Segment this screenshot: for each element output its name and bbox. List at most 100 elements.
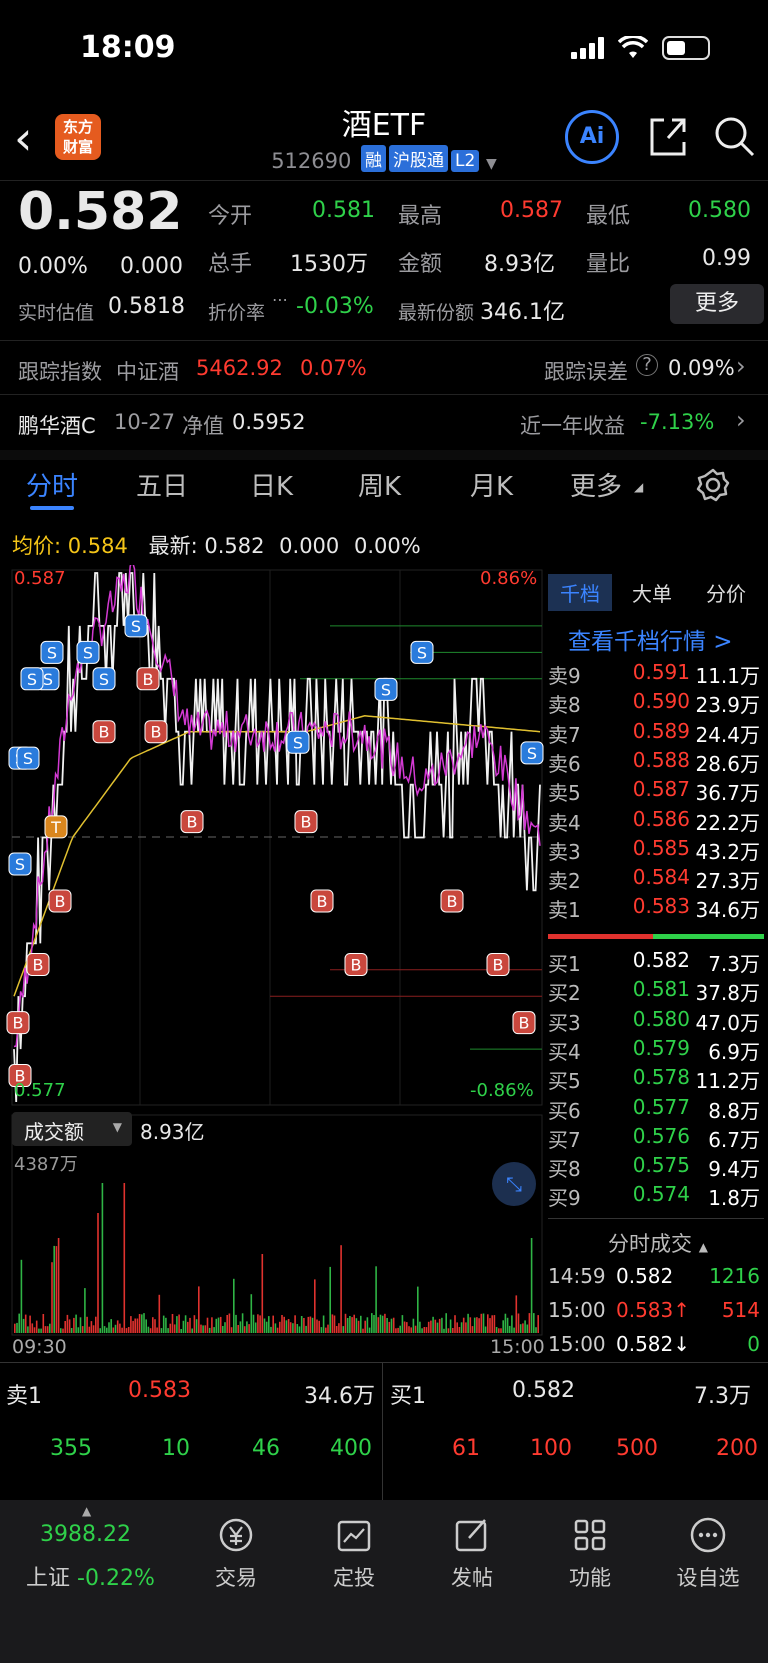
tab-minute[interactable]: 分时 — [26, 466, 78, 503]
trade-marker[interactable]: T — [44, 815, 68, 839]
buy-marker[interactable]: B — [512, 1011, 536, 1035]
bid-row[interactable]: 买8 0.575 9.4万 — [548, 1153, 764, 1182]
intraday-chart[interactable]: SSSSSSSSSSSSSBBBBBBBBBBBBBBT — [0, 565, 546, 1365]
ai-button[interactable]: Ai — [565, 110, 619, 164]
nav-functions[interactable]: 功能 — [540, 1516, 640, 1592]
help-icon[interactable]: ? — [636, 354, 658, 376]
return-label: 近一年收益 — [520, 414, 625, 438]
buy-marker[interactable]: B — [136, 667, 160, 691]
volume-bar — [261, 1254, 264, 1333]
svg-text:B: B — [187, 813, 198, 832]
sell-marker[interactable]: S — [374, 677, 398, 701]
l2-buy-vol: 7.3万 — [694, 1384, 751, 1409]
share-icon[interactable] — [648, 114, 688, 158]
ask-row[interactable]: 卖3 0.585 43.2万 — [548, 836, 764, 865]
nav-watchlist[interactable]: 设自选 — [658, 1516, 758, 1592]
volume-bar — [145, 1319, 147, 1333]
buy-marker[interactable]: B — [486, 952, 510, 976]
ask-row[interactable]: 卖6 0.588 28.6万 — [548, 748, 764, 777]
volume-bar — [462, 1317, 465, 1333]
fund-date: 10-27 — [114, 410, 176, 434]
sell-marker[interactable]: S — [410, 640, 434, 664]
sell-marker[interactable]: S — [16, 746, 40, 770]
info-icon[interactable]: ⋯ — [272, 290, 288, 309]
tab-daily-k[interactable]: 日K — [250, 466, 293, 503]
bid-row[interactable]: 买5 0.578 11.2万 — [548, 1065, 764, 1094]
volume-bar — [215, 1318, 218, 1333]
volume-bar — [24, 1314, 27, 1333]
nav-post[interactable]: 发帖 — [422, 1516, 522, 1592]
volume-selector[interactable]: 成交额 ▼ — [12, 1112, 132, 1146]
bid-row[interactable]: 买6 0.577 8.8万 — [548, 1095, 764, 1124]
tab-big-orders[interactable]: 大单 — [632, 578, 672, 607]
search-icon[interactable] — [712, 114, 756, 158]
buy-marker[interactable]: B — [344, 952, 368, 976]
buy-marker[interactable]: B — [92, 720, 116, 744]
sell-marker[interactable]: S — [92, 667, 116, 691]
bid-price: 0.579 — [632, 1035, 690, 1060]
volume-bar — [259, 1315, 261, 1333]
index-ticker[interactable]: 上证 -0.22% — [26, 1560, 155, 1592]
buy-marker[interactable]: B — [294, 810, 318, 834]
ask-row[interactable]: 卖9 0.591 11.1万 — [548, 660, 764, 689]
sell-marker[interactable]: S — [8, 852, 32, 876]
bid-price: 0.577 — [632, 1094, 690, 1119]
volume-bar — [184, 1315, 187, 1333]
high-value: 0.587 — [500, 198, 563, 223]
tab-more[interactable]: 更多 — [570, 466, 622, 503]
svg-text:S: S — [293, 733, 303, 752]
sell-marker[interactable]: S — [520, 741, 544, 765]
expand-icon[interactable]: ⤡ — [492, 1162, 536, 1206]
ask-row[interactable]: 卖1 0.583 34.6万 — [548, 894, 764, 923]
nav-trade[interactable]: 交易 — [186, 1516, 286, 1592]
time-end: 15:00 — [490, 1336, 545, 1358]
sell-marker[interactable]: S — [286, 730, 310, 754]
bid-row[interactable]: 买3 0.580 47.0万 — [548, 1007, 764, 1036]
gear-icon[interactable] — [696, 468, 730, 502]
tab-depth[interactable]: 千档 — [548, 574, 612, 611]
volume-bar — [90, 1321, 93, 1333]
buy-marker[interactable]: B — [144, 720, 168, 744]
tab-weekly-k[interactable]: 周K — [358, 466, 401, 503]
depth-link[interactable]: 查看千档行情 > — [568, 622, 733, 656]
buy-marker[interactable]: B — [440, 889, 464, 913]
buy-marker[interactable]: B — [48, 889, 72, 913]
ask-row[interactable]: 卖2 0.584 27.3万 — [548, 865, 764, 894]
volume-bar — [29, 1315, 31, 1333]
ticks-header[interactable]: 分时成交 ▲ — [608, 1228, 708, 1258]
volume-bar — [62, 1328, 64, 1333]
bid-row[interactable]: 买2 0.581 37.8万 — [548, 977, 764, 1006]
svg-text:B: B — [99, 723, 110, 742]
sell-marker[interactable]: S — [20, 667, 44, 691]
ask-row[interactable]: 卖8 0.590 23.9万 — [548, 689, 764, 718]
bid-row[interactable]: 买9 0.574 1.8万 — [548, 1182, 764, 1210]
volume-bar — [16, 1322, 18, 1333]
sell-marker[interactable]: S — [124, 614, 148, 638]
volume-bar — [191, 1328, 193, 1333]
bid-row[interactable]: 买7 0.576 6.7万 — [548, 1124, 764, 1153]
avg-summary: 均价: 0.584 最新: 0.582 0.000 0.00% — [12, 530, 421, 560]
buy-marker[interactable]: B — [26, 952, 50, 976]
nav-invest[interactable]: 定投 — [304, 1516, 404, 1592]
bid-row[interactable]: 买4 0.579 6.9万 — [548, 1036, 764, 1065]
bid-level: 买3 — [548, 1010, 581, 1035]
volume-bar — [134, 1318, 136, 1333]
index-value[interactable]: 3988.22 — [40, 1522, 131, 1547]
ask-row[interactable]: 卖5 0.587 36.7万 — [548, 777, 764, 806]
volume-bar — [419, 1321, 421, 1333]
ask-row[interactable]: 卖7 0.589 24.4万 — [548, 719, 764, 748]
tab-monthly-k[interactable]: 月K — [470, 466, 513, 503]
ask-row[interactable]: 卖4 0.586 22.2万 — [548, 807, 764, 836]
buy-marker[interactable]: B — [180, 810, 204, 834]
tab-price-dist[interactable]: 分价 — [706, 578, 746, 607]
sell-marker[interactable]: S — [40, 640, 64, 664]
volume-bar — [346, 1318, 349, 1333]
volume-bar — [281, 1315, 283, 1333]
buy-marker[interactable]: B — [6, 1011, 30, 1035]
sell-marker[interactable]: S — [76, 640, 100, 664]
buy-marker[interactable]: B — [310, 889, 334, 913]
bid-row[interactable]: 买1 0.582 7.3万 — [548, 948, 764, 977]
tab-5day[interactable]: 五日 — [136, 466, 188, 503]
chevron-right-icon: › — [736, 352, 746, 380]
more-button[interactable]: 更多 — [670, 284, 764, 324]
